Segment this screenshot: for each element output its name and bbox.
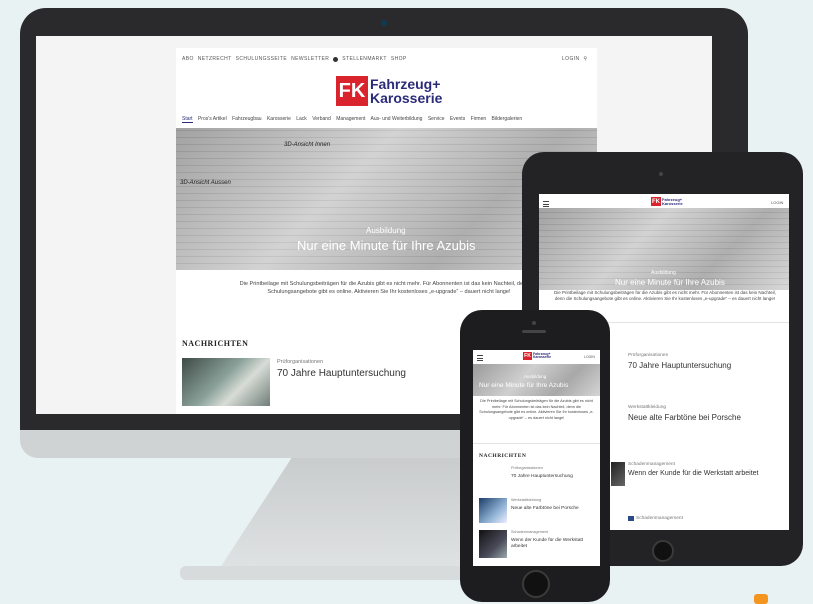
nav-service[interactable]: Service bbox=[428, 116, 445, 122]
news-headline[interactable]: Neue alte Farbtöne bei Porsche bbox=[628, 413, 741, 422]
hero-label-left: 3D-Ansicht Aussen bbox=[180, 180, 231, 186]
logo-text: Fahrzeug+ Karosserie bbox=[533, 351, 552, 359]
topnav-stellenmarkt[interactable]: STELLENMARKT bbox=[342, 56, 387, 62]
desktop-login-link[interactable]: LOGIN ⚲ bbox=[562, 56, 587, 62]
news-kicker: Werkstattkleidung bbox=[511, 498, 542, 502]
news-kicker: Prüforganisationen bbox=[511, 466, 543, 470]
hero-title[interactable]: Nur eine Minute für Ihre Azubis bbox=[479, 382, 568, 389]
menu-icon[interactable] bbox=[543, 201, 549, 207]
news-headline[interactable]: 70 Jahre Hauptuntersuchung bbox=[277, 368, 406, 379]
news-headline[interactable]: Wenn der Kunde für die Werkstatt arbeite… bbox=[628, 470, 758, 477]
nav-management[interactable]: Management bbox=[336, 116, 365, 122]
nav-karosserie[interactable]: Karosserie bbox=[267, 116, 291, 122]
desktop-logo[interactable]: FK Fahrzeug+ Karosserie bbox=[336, 76, 442, 106]
news-thumbnail[interactable] bbox=[479, 466, 507, 491]
topnav-shop[interactable]: SHOP bbox=[391, 56, 407, 62]
news-headline[interactable]: 70 Jahre Hauptuntersuchung bbox=[628, 361, 731, 370]
hero-subtitle: Ausbildung bbox=[524, 374, 547, 379]
news-thumbnail[interactable] bbox=[611, 462, 625, 486]
logo-mark: FK bbox=[651, 197, 661, 206]
logo-text: Fahrzeug+ Karosserie bbox=[662, 196, 683, 206]
news-kicker: Schadenmanagement bbox=[511, 530, 549, 534]
news-kicker: Schadenmanagement bbox=[628, 462, 675, 467]
hero-subtitle: Ausbildung bbox=[366, 226, 406, 235]
stellenmarkt-icon bbox=[333, 56, 339, 62]
news-thumbnail[interactable] bbox=[611, 352, 625, 366]
nav-bildergalerien[interactable]: Bildergalerien bbox=[492, 116, 523, 122]
desktop-main-nav: Start Pros's Artikel Fahrzeugbau Karosse… bbox=[182, 116, 526, 123]
nav-fahrzeugbau[interactable]: Fahrzeugbau bbox=[232, 116, 261, 122]
phone-news-heading: NACHRICHTEN bbox=[479, 453, 527, 459]
hero-title[interactable]: Nur eine Minute für Ihre Azubis bbox=[297, 238, 475, 253]
news-headline[interactable]: 70 Jahre Hauptuntersuchung bbox=[511, 474, 596, 479]
phone-camera bbox=[532, 321, 536, 325]
topnav-schulungsseite[interactable]: SCHULUNGSSEITE bbox=[236, 56, 287, 62]
monitor-camera bbox=[381, 20, 387, 26]
tablet-logo[interactable]: FK Fahrzeug+ Karosserie bbox=[651, 197, 684, 206]
phone-teaser: Die Printbeilage mit Schulungsbeiträgen … bbox=[479, 399, 594, 420]
nav-verband[interactable]: Verband bbox=[312, 116, 331, 122]
logo-line1: Fahrzeug+ bbox=[370, 76, 441, 92]
logo-mark: FK bbox=[523, 352, 532, 360]
tablet-camera bbox=[659, 172, 663, 176]
tablet-teaser: Die Printbeilage mit Schulungsbeiträgen … bbox=[554, 290, 776, 301]
phone-logo[interactable]: FK Fahrzeug+ Karosserie bbox=[523, 352, 553, 360]
nav-firmen[interactable]: Firmen bbox=[471, 116, 487, 122]
desktop-top-nav: ABO NETZRECHT SCHULUNGSSEITE NEWSLETTER … bbox=[182, 56, 407, 62]
phone-speaker bbox=[522, 330, 546, 333]
divider bbox=[473, 443, 600, 444]
phone-website: FK Fahrzeug+ Karosserie LOGIN Ausbildung… bbox=[473, 350, 600, 566]
video-badge-icon bbox=[628, 516, 634, 521]
news-thumbnail[interactable] bbox=[182, 358, 270, 406]
desktop-teaser: Die Printbeilage mit Schulungsbeiträgen … bbox=[239, 281, 539, 295]
tablet-home-button[interactable] bbox=[652, 540, 674, 562]
news-headline[interactable]: Wenn der Kunde für die Werkstatt arbeite… bbox=[511, 538, 596, 550]
logo-line2: Karosserie bbox=[370, 90, 443, 106]
feedback-badge-icon[interactable] bbox=[754, 594, 768, 604]
nav-lack[interactable]: Lack bbox=[296, 116, 307, 122]
phone-hero-image[interactable]: Ausbildung Nur eine Minute für Ihre Azub… bbox=[473, 364, 600, 396]
topnav-netzrecht[interactable]: NETZRECHT bbox=[198, 56, 232, 62]
topnav-abo[interactable]: ABO bbox=[182, 56, 194, 62]
hero-label-mid: 3D-Ansicht Innen bbox=[284, 142, 331, 148]
nav-start[interactable]: Start bbox=[182, 116, 193, 123]
phone-login-link[interactable]: LOGIN bbox=[584, 355, 595, 359]
topnav-newsletter[interactable]: NEWSLETTER bbox=[291, 56, 329, 62]
news-kicker: Prüforganisationen bbox=[277, 359, 324, 365]
nav-pros-artikel[interactable]: Pros's Artikel bbox=[198, 116, 227, 122]
news-kicker: Werkstattkleidung bbox=[628, 405, 667, 410]
news-kicker: Prüforganisationen bbox=[628, 353, 669, 358]
desktop-news-heading: NACHRICHTEN bbox=[182, 339, 249, 348]
news-thumbnail[interactable] bbox=[479, 498, 507, 523]
news-thumbnail[interactable] bbox=[479, 530, 507, 558]
nav-events[interactable]: Events bbox=[450, 116, 465, 122]
hero-title[interactable]: Nur eine Minute für Ihre Azubis bbox=[615, 278, 725, 287]
news-kicker: Schadenmanagement bbox=[636, 516, 683, 521]
nav-ausbildung[interactable]: Aus- und Weiterbildung bbox=[371, 116, 423, 122]
menu-icon[interactable] bbox=[477, 355, 483, 361]
login-label: LOGIN bbox=[562, 56, 580, 62]
hero-subtitle: Ausbildung bbox=[651, 270, 676, 276]
search-icon[interactable]: ⚲ bbox=[583, 56, 587, 62]
tablet-hero-image[interactable]: Ausbildung Nur eine Minute für Ihre Azub… bbox=[539, 208, 789, 290]
phone-home-button[interactable] bbox=[522, 570, 550, 598]
tablet-login-link[interactable]: LOGIN bbox=[771, 200, 783, 205]
news-headline[interactable]: Neue alte Farbtöne bei Porsche bbox=[511, 506, 596, 511]
news-thumbnail[interactable] bbox=[611, 404, 625, 428]
logo-mark: FK bbox=[336, 76, 368, 106]
